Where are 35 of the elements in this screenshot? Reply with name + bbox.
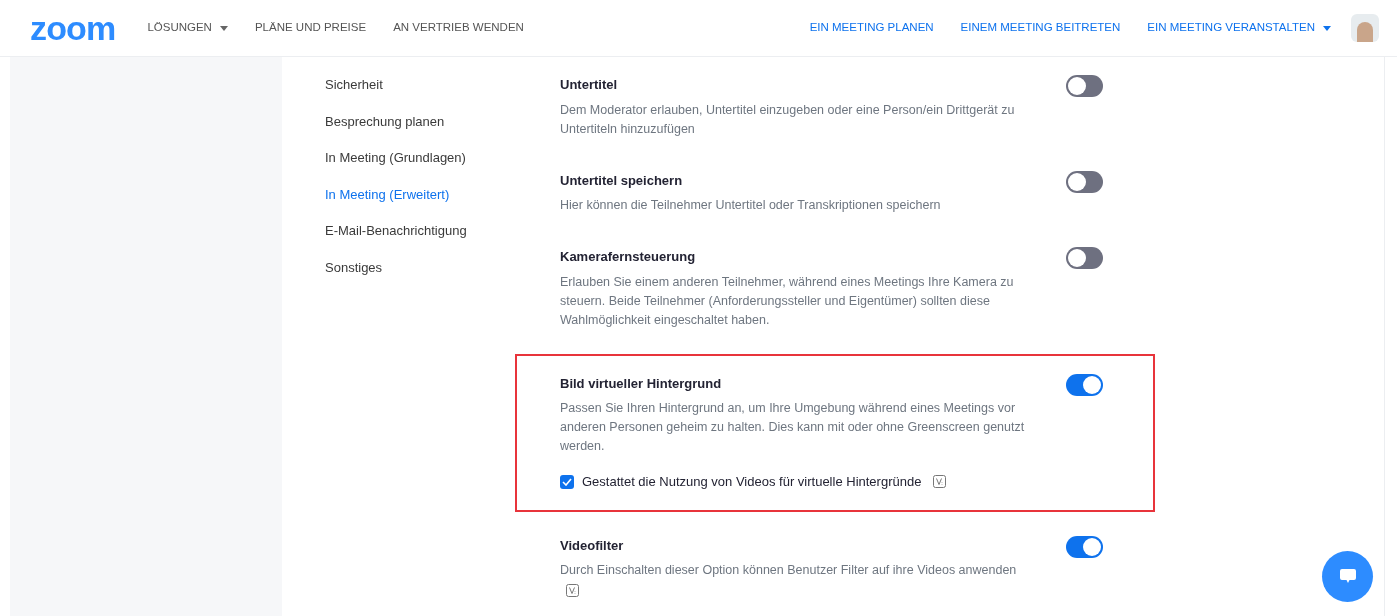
sidebar-item[interactable]: In Meeting (Erweitert) <box>325 184 517 204</box>
caret-icon <box>219 25 228 31</box>
nav-link[interactable]: EINEM MEETING BEITRETEN <box>960 19 1121 37</box>
nav-link[interactable]: PLÄNE UND PREISE <box>254 19 367 37</box>
checkbox[interactable] <box>560 474 574 489</box>
setting-description: Hier können die Teilnehmer Untertitel oder Transkriptionen speichern <box>560 197 942 214</box>
setting-title: Untertitel speichern <box>560 171 684 190</box>
sidebar-item[interactable]: E-Mail-Benachrichtigung <box>325 221 517 241</box>
sidebar-item[interactable]: In Meeting (Grundlagen) <box>325 148 517 168</box>
sidebar-item[interactable]: Sicherheit <box>325 75 517 95</box>
nav-link[interactable]: LÖSUNGEN <box>147 19 228 37</box>
nav-link[interactable]: EIN MEETING VERANSTALTEN <box>1147 19 1331 37</box>
toggle-switch[interactable] <box>1066 170 1103 193</box>
setting-description: Durch Einschalten dieser Option können Benutzer Filter auf ihre Videos anwenden <box>560 562 1018 579</box>
toggle-switch[interactable] <box>1066 535 1103 558</box>
chat-icon <box>1339 569 1356 584</box>
info-icon[interactable] <box>933 475 947 489</box>
setting-description: Dem Moderator erlauben, Untertitel einzugeben oder eine Person/ein Drittgerät zu Untertiteln hinzuzufügen <box>560 101 1016 138</box>
setting-description: Passen Sie Ihren Hintergrund an, um Ihre Umgebung während eines Meetings vor anderen Personen geheim zu halten. Dies kann mit oder ohne Greenscreen genutzt werden. <box>560 400 1026 455</box>
toggle-switch[interactable] <box>1066 75 1103 97</box>
setting-title: Untertitel <box>560 76 619 94</box>
caret-icon <box>1323 25 1331 31</box>
toggle-switch[interactable] <box>1066 247 1103 269</box>
sidebar-item[interactable]: Sonstiges <box>325 257 517 277</box>
nav-link[interactable]: AN VERTRIEB WENDEN <box>393 19 524 37</box>
toggle-switch[interactable] <box>1066 373 1103 396</box>
nav-link[interactable]: EIN MEETING PLANEN <box>809 19 934 37</box>
setting-description: Erlauben Sie einem anderen Teilnehmer, während eines Meetings Ihre Kamera zu steuern. Beide Teilnehmer (Anforderungssteller und Eigentümer) sollten diese Wahlmöglichkeit eingeschaltet haben. <box>560 273 1015 329</box>
chat-button[interactable] <box>1322 551 1373 602</box>
setting-title: Videofilter <box>560 536 625 555</box>
setting-title: Bild virtueller Hintergrund <box>560 374 723 393</box>
checkbox-label: Gestattet die Nutzung von Videos für virtuelle Hintergründe <box>582 473 922 491</box>
sidebar-item[interactable]: Besprechung planen <box>325 111 517 131</box>
setting-title: Kamerafernsteuerung <box>560 248 697 266</box>
info-icon[interactable] <box>566 584 579 597</box>
